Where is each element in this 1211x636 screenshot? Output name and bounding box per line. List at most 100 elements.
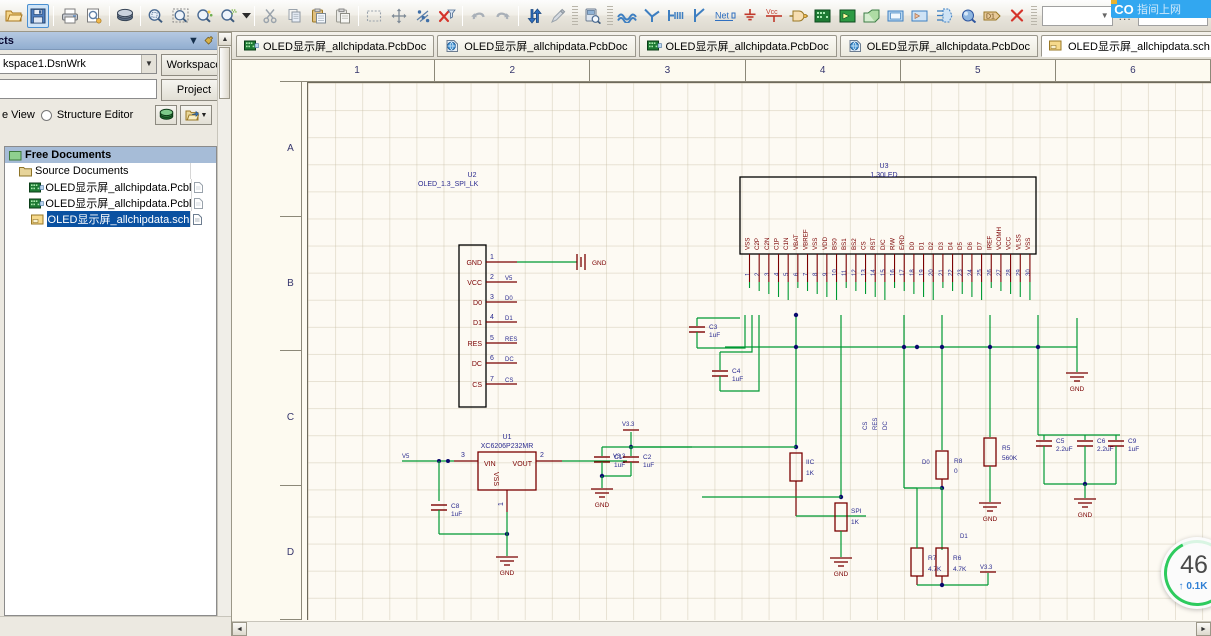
zoom-area-icon[interactable] [145,4,167,28]
projects-panel-footer [0,616,231,636]
doc-page-icon [194,181,204,193]
zoom-selection-icon[interactable] [169,4,191,28]
tree-node-pcbdoc-2[interactable]: OLED显示屏_allchipdata.Pcbl [5,195,216,211]
cross-probe-icon[interactable] [523,4,545,28]
clear-filter-icon[interactable] [436,4,458,28]
redo-icon[interactable] [491,4,513,28]
copy-icon[interactable] [283,4,305,28]
folder-green-icon [9,150,22,161]
place-net-label-icon[interactable]: Net [713,4,737,28]
place-bus-icon[interactable] [640,4,662,28]
svg-text:Net: Net [715,10,730,20]
place-no-erc-icon[interactable] [1006,4,1028,28]
library-combo-1[interactable]: ▼ [1042,5,1113,26]
save-icon[interactable] [27,3,50,28]
chevron-down-icon[interactable]: ▼ [141,55,156,73]
browse-library-icon[interactable] [581,4,603,28]
network-overlay-banner[interactable]: CO 指间上网 [1111,0,1211,18]
zoom-mask-icon[interactable] [218,4,240,28]
place-bus-entry-icon[interactable] [689,4,711,28]
sch-icon [30,214,44,225]
place-device-sheet-icon[interactable] [860,4,882,28]
projects-panel-scrollbar[interactable]: ▲ ▼ [217,32,232,636]
zoom-dropdown-icon[interactable] [241,4,251,28]
tree-node-free-documents[interactable]: Free Documents [5,147,216,163]
toolbar-separator [254,5,256,26]
scroll-left-arrow[interactable]: ◄ [232,622,247,636]
place-port-icon[interactable] [933,4,955,28]
toolbar-grip[interactable] [606,5,614,26]
scroll-thumb[interactable] [219,47,230,99]
tree-node-schdoc[interactable]: OLED显示屏_allchipdata.sch [5,211,216,227]
place-harness-connector-icon[interactable] [885,4,907,28]
folder-icon [19,166,32,177]
place-gnd-icon[interactable] [739,4,761,28]
svg-text:Vcc: Vcc [766,9,778,16]
structure-editor-radio[interactable]: Structure Editor [40,109,134,121]
toolbar-grip[interactable] [572,5,579,26]
place-compile-mask-icon[interactable] [957,4,979,28]
canvas-horizontal-scrollbar[interactable]: ◄ ► [232,621,1211,636]
pin-icon[interactable] [201,34,216,48]
ruler-cell: 1 [280,60,436,81]
print-preview-icon[interactable] [83,4,105,28]
print-icon[interactable] [58,4,80,28]
undo-icon[interactable] [467,4,489,28]
place-wire-icon[interactable] [616,4,638,28]
chevron-down-icon: ▼ [200,111,208,119]
tab-pcbdoc-1[interactable]: OLED显示屏_allchipdata.PcbDoc [236,34,435,57]
place-vcc-icon[interactable]: Vcc [763,4,785,28]
radio-indicator [40,109,52,121]
project-select[interactable] [0,79,157,99]
workspace-select[interactable]: kspace1.DsnWrk ▼ [0,54,157,74]
place-sheet-symbol-icon[interactable] [812,4,834,28]
place-parameter-set-icon[interactable]: D1 [981,4,1003,28]
svg-text:D1: D1 [986,13,995,20]
smart-paste-icon[interactable] [547,4,569,28]
tab-pcbdoc-4[interactable]: OLED显示屏_allchipdata.PcbDoc [839,34,1038,57]
schematic-canvas[interactable]: 1 2 3 4 5 6 A B C D U2 OLED_1.3_SPI_LK G… [232,60,1211,636]
scroll-up-arrow[interactable]: ▲ [218,32,232,46]
place-sheet-entry-icon[interactable] [836,4,858,28]
scroll-track[interactable] [247,622,1196,636]
tab-pcbdoc-2[interactable]: OLED显示屏_allchipdata.PcbDoc [437,34,636,57]
tree-page-col [191,179,216,195]
tree-node-label: OLED显示屏_allchipdata.Pcbl [45,198,192,210]
move-icon[interactable] [387,4,409,28]
ruler-corner [232,60,280,82]
project-tree[interactable]: Free Documents Source Documents OLED显示屏_… [4,146,217,616]
toolbar-grip[interactable] [1030,5,1038,26]
place-signal-harness-icon[interactable] [665,4,687,28]
place-harness-entry-icon[interactable] [909,4,931,28]
doc-page-icon [194,197,204,209]
paste-special-icon[interactable] [332,4,354,28]
pcb-icon [646,40,662,52]
board-insight-icon[interactable] [114,4,136,28]
ruler-cell: C [280,351,301,486]
ruler-cell: 4 [746,60,901,81]
open-document-button[interactable]: ▼ [180,105,212,125]
toolbar-separator [517,5,519,26]
tab-schdoc[interactable]: OLED显示屏_allchipdata.sch [1041,34,1211,57]
tab-pcbdoc-3[interactable]: OLED显示屏_allchipdata.PcbDoc [638,34,837,57]
tree-node-pcbdoc-1[interactable]: OLED显示屏_allchipdata.Pcbl [5,179,216,195]
open-icon[interactable] [3,4,25,28]
tree-node-source-documents[interactable]: Source Documents [5,163,216,179]
cut-icon[interactable] [259,4,281,28]
deselect-icon[interactable] [412,4,434,28]
tree-node-label: OLED显示屏_allchipdata.Pcbl [45,182,192,194]
ruler-cell: 3 [590,60,746,81]
chevron-down-icon[interactable]: ▼ [186,35,201,47]
tab-label: OLED显示屏_allchipdata.PcbDoc [263,40,427,53]
structure-editor-label: Structure Editor [56,109,134,121]
paste-icon[interactable] [308,4,330,28]
scroll-right-arrow[interactable]: ► [1196,622,1211,636]
place-part-icon[interactable] [788,4,810,28]
globe-icon[interactable] [155,105,177,125]
schematic-sheet[interactable] [307,82,1211,620]
zoom-filter-icon[interactable] [194,4,216,28]
ruler-cell: B [280,217,301,351]
document-tab-bar: OLED显示屏_allchipdata.PcbDoc OLED显示屏_allch… [232,32,1211,60]
select-area-icon[interactable] [363,4,385,28]
pcb-icon [244,40,259,52]
